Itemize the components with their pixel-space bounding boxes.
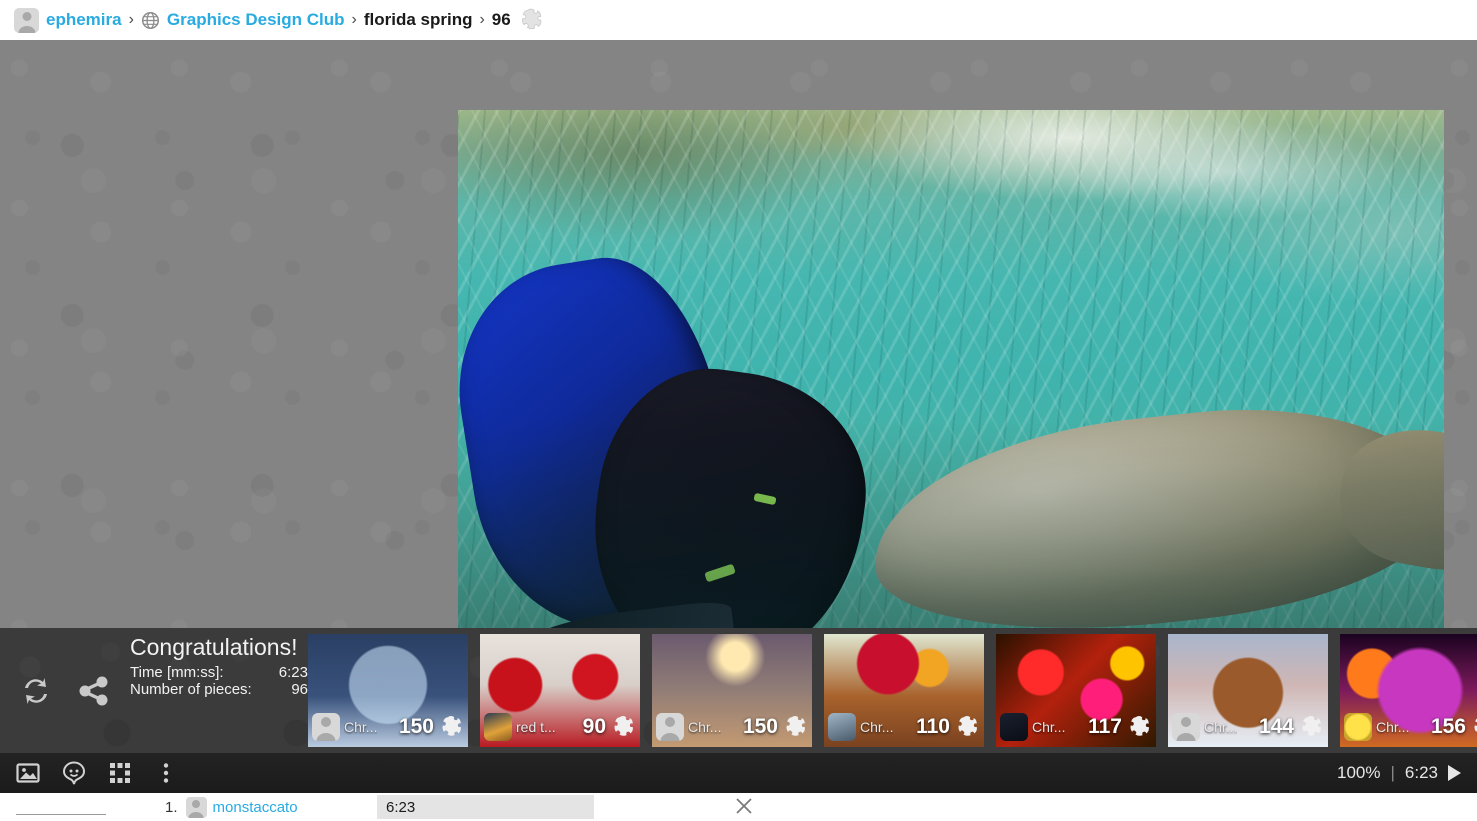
puzzle-card-avatar-icon[interactable] [1344, 713, 1372, 741]
puzzle-card-overlay: Chr... 144 [1168, 713, 1328, 741]
puzzle-card-piece-count: 117 [1088, 715, 1122, 738]
puzzle-card-overlay: Chr... 150 [308, 713, 468, 741]
puzzle-card-avatar-icon[interactable] [312, 713, 340, 741]
puzzle-piece-icon [438, 714, 464, 740]
globe-icon [141, 11, 160, 30]
puzzle-card-title: Chr... [1204, 719, 1238, 735]
puzzle-card-overlay: Chr... 110 [824, 713, 984, 741]
puzzle-card-overlay: red t... 90 [480, 713, 640, 741]
toolbar-icon-group [16, 761, 178, 785]
puzzle-card-title: Chr... [688, 719, 722, 735]
puzzle-piece-icon [954, 714, 980, 740]
leaderboard-time-field[interactable]: 6:23 [377, 795, 594, 819]
breadcrumb-group[interactable]: Graphics Design Club [167, 10, 345, 30]
breadcrumb-user[interactable]: ephemira [46, 10, 122, 30]
breadcrumb-piece-count: 96 [491, 10, 511, 29]
user-avatar-icon[interactable] [14, 7, 39, 33]
leaderboard-row: 1. monstaccato 6:23 [0, 793, 1477, 821]
breadcrumb-separator-1: › [128, 11, 134, 28]
play-icon[interactable] [1448, 765, 1461, 781]
toolbar-separator: | [1390, 763, 1395, 782]
puzzle-card-avatar-icon[interactable] [1172, 713, 1200, 741]
puzzle-piece-icon [1126, 714, 1152, 740]
puzzle-piece-icon [518, 7, 544, 33]
puzzle-card[interactable]: red t... 90 [480, 634, 640, 747]
breadcrumb-separator-3: › [479, 11, 485, 28]
congrats-pieces-row: Number of pieces: 96 [130, 681, 308, 698]
puzzle-piece-icon [1298, 714, 1324, 740]
puzzle-piece-icon [1470, 714, 1477, 740]
leaderboard-rank: 1. [165, 798, 178, 816]
puzzle-card-overlay: Chr... 117 [996, 713, 1156, 741]
breadcrumb: ephemira › Graphics Design Club › florid… [0, 0, 1477, 40]
puzzle-piece-icon [782, 714, 808, 740]
puzzle-card-avatar-icon[interactable] [656, 713, 684, 741]
puzzle-card[interactable]: Chr... 110 [824, 634, 984, 747]
puzzle-card-piece-count: 150 [742, 715, 778, 738]
congrats-actions [0, 628, 130, 753]
puzzle-card-piece-count: 144 [1258, 715, 1294, 738]
leaderboard-username[interactable]: monstaccato [213, 799, 298, 816]
zoom-level: 100% [1337, 763, 1381, 782]
puzzle-card-title: Chr... [1032, 719, 1066, 735]
congrats-pieces-label: Number of pieces: [130, 681, 252, 698]
puzzle-card[interactable]: Chr... 150 [652, 634, 812, 747]
puzzle-card[interactable]: Chr... 156 [1340, 634, 1477, 747]
congrats-pieces-value: 96 [291, 681, 308, 698]
user-avatar-icon[interactable] [185, 796, 207, 818]
congrats-time-label: Time [mm:ss]: [130, 664, 224, 681]
toolbar-status-group: 100% | 6:23 [1337, 763, 1461, 783]
puzzle-card-title: Chr... [1376, 719, 1410, 735]
puzzle-piece-icon [610, 714, 636, 740]
leaderboard-time-value: 6:23 [386, 798, 416, 816]
more-options-icon[interactable] [154, 761, 178, 785]
congrats-panel: Congratulations! Time [mm:ss]: 6:23 Numb… [130, 628, 308, 753]
divider-line [16, 814, 106, 815]
puzzle-card-piece-count: 150 [398, 715, 434, 738]
grid-pieces-icon[interactable] [108, 761, 132, 785]
puzzle-board[interactable] [0, 40, 1477, 628]
puzzle-card[interactable]: Chr... 117 [996, 634, 1156, 747]
completed-puzzle-image[interactable] [458, 110, 1444, 628]
puzzle-card-piece-count: 156 [1430, 715, 1466, 738]
congrats-title: Congratulations! [130, 634, 298, 660]
puzzle-card[interactable]: Chr... 150 [308, 634, 468, 747]
puzzle-card-title: red t... [516, 719, 556, 735]
puzzle-card-piece-count: 90 [582, 715, 606, 738]
bottom-toolbar: 100% | 6:23 [0, 753, 1477, 793]
ghost-piece-icon[interactable] [62, 761, 86, 785]
close-icon[interactable] [733, 795, 755, 817]
image-icon[interactable] [16, 761, 40, 785]
refresh-icon[interactable] [18, 673, 54, 709]
puzzle-card-overlay: Chr... 150 [652, 713, 812, 741]
puzzle-card-avatar-icon[interactable] [484, 713, 512, 741]
puzzle-card-avatar-icon[interactable] [1000, 713, 1028, 741]
share-icon[interactable] [76, 673, 112, 709]
breadcrumb-separator-2: › [351, 11, 357, 28]
suggested-puzzles-list[interactable]: Chr... 150 red t... 90 Chr... 150 Chr... 110 Chr… [308, 628, 1477, 753]
breadcrumb-puzzle-name: florida spring [363, 10, 473, 29]
puzzle-card-title: Chr... [344, 719, 378, 735]
timer-value: 6:23 [1404, 763, 1438, 782]
puzzle-card-piece-count: 110 [916, 715, 950, 738]
puzzle-card-overlay: Chr... 156 [1340, 713, 1477, 741]
puzzle-card[interactable]: Chr... 144 [1168, 634, 1328, 747]
results-strip: Congratulations! Time [mm:ss]: 6:23 Numb… [0, 628, 1477, 753]
congrats-time-row: Time [mm:ss]: 6:23 [130, 664, 308, 681]
puzzle-card-avatar-icon[interactable] [828, 713, 856, 741]
congrats-time-value: 6:23 [278, 664, 308, 681]
puzzle-card-title: Chr... [860, 719, 894, 735]
